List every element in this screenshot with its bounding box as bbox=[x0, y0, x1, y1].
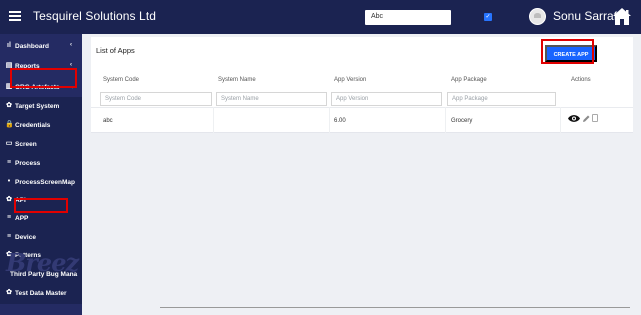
home-icon[interactable] bbox=[612, 7, 632, 26]
app-highlight bbox=[14, 198, 68, 213]
table-column-divider bbox=[445, 107, 446, 133]
eye-icon[interactable] bbox=[568, 114, 580, 123]
avatar[interactable] bbox=[529, 8, 546, 25]
pencil-icon[interactable] bbox=[582, 115, 590, 123]
top-checkbox[interactable]: ✓ bbox=[484, 13, 492, 21]
cell-app-package: Grocery bbox=[451, 118, 473, 124]
cell-app-version: 6.00 bbox=[334, 118, 346, 124]
filter-app-version[interactable]: App Version bbox=[331, 92, 442, 106]
filter-system-name[interactable]: System Name bbox=[216, 92, 327, 106]
column-header-system-name[interactable]: System Name bbox=[218, 77, 256, 83]
apps-card: List of Apps CREATE APP System Code Syst… bbox=[91, 37, 633, 133]
sidebar-item-target-system[interactable]: ✿ Target System bbox=[0, 97, 82, 117]
page-title: List of Apps bbox=[96, 46, 135, 55]
top-navigation-bar: Tesquirel Solutions Ltd Abc ✓ Sonu Sarra… bbox=[0, 0, 641, 34]
stack-icon: ≡ bbox=[6, 159, 12, 166]
main-content: List of Apps CREATE APP System Code Syst… bbox=[82, 34, 641, 315]
page-bottom-divider bbox=[160, 307, 630, 308]
sidebar-item-credentials[interactable]: 🔒 Credentials bbox=[0, 116, 82, 136]
org-artefacts-highlight bbox=[10, 68, 77, 88]
table-divider bbox=[91, 107, 633, 108]
chevron-left-icon: ‹ bbox=[70, 42, 72, 48]
filter-app-package[interactable]: App Package bbox=[447, 92, 556, 106]
stack-icon: ≡ bbox=[6, 214, 12, 221]
filter-system-code[interactable]: System Code bbox=[100, 92, 212, 106]
sidebar-item-screen[interactable]: ▭ Screen bbox=[0, 135, 82, 155]
gear-icon: ✿ bbox=[6, 196, 12, 203]
sidebar-item-test-data-master[interactable]: ✿ Test Data Master bbox=[0, 284, 82, 304]
column-header-system-code[interactable]: System Code bbox=[103, 77, 139, 83]
dot-icon: • bbox=[7, 178, 11, 185]
monitor-icon: ▭ bbox=[5, 140, 13, 147]
table-column-divider bbox=[213, 107, 214, 133]
sidebar-item-dashboard[interactable]: ıl Dashboard ‹ bbox=[0, 37, 82, 57]
gear-icon: ✿ bbox=[6, 102, 12, 109]
column-header-app-package[interactable]: App Package bbox=[451, 77, 487, 83]
user-name[interactable]: Sonu Sarraf bbox=[553, 9, 617, 23]
sidebar-item-device[interactable]: ≡ Device bbox=[0, 228, 82, 248]
sidebar-item-processscreenmap[interactable]: • ProcessScreenMap bbox=[0, 173, 82, 193]
column-header-app-version[interactable]: App Version bbox=[334, 77, 366, 83]
column-header-actions: Actions bbox=[571, 77, 591, 83]
create-app-highlight bbox=[541, 39, 594, 64]
company-title: Tesquirel Solutions Ltd bbox=[33, 9, 157, 23]
breez-logo: Breez bbox=[6, 248, 79, 277]
gear-icon: ✿ bbox=[6, 289, 12, 296]
table-column-divider bbox=[560, 107, 561, 133]
table-column-divider bbox=[329, 107, 330, 133]
sidebar-item-process[interactable]: ≡ Process bbox=[0, 154, 82, 174]
lock-icon: 🔒 bbox=[5, 121, 14, 128]
cell-system-code: abc bbox=[103, 118, 113, 124]
menu-icon[interactable] bbox=[9, 11, 21, 21]
top-search-input[interactable]: Abc bbox=[365, 10, 451, 25]
bar-chart-icon: ıl bbox=[7, 42, 11, 49]
trash-icon[interactable] bbox=[592, 114, 598, 122]
stack-icon: ≡ bbox=[6, 233, 12, 240]
